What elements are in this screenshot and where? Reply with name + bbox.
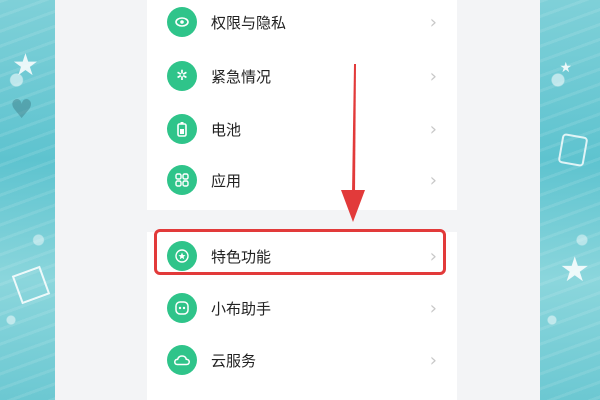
settings-item-label: 权限与隐私 — [211, 13, 287, 32]
cloud-icon — [167, 345, 197, 375]
chevron-right-icon: › — [429, 169, 437, 191]
settings-item-label: 小布助手 — [211, 299, 272, 318]
settings-item-battery[interactable]: 电池 › — [147, 103, 457, 155]
settings-item-emergency[interactable]: ✲ 紧急情况 › — [147, 50, 457, 102]
settings-item-label: 电池 — [211, 120, 242, 139]
box-decoration-icon — [11, 265, 51, 305]
star-decoration-icon: ★ — [559, 250, 590, 290]
highlight-box — [154, 229, 446, 275]
settings-item-assistant[interactable]: 小布助手 › — [147, 282, 457, 334]
privacy-icon — [167, 7, 197, 37]
settings-list: 权限与隐私 › ✲ 紧急情况 › 电池 › 应用 › 特色功能 › 小布助手 ›… — [147, 0, 457, 400]
apps-icon — [167, 165, 197, 195]
left-decorative-background: ★ ♥ — [0, 0, 55, 400]
settings-item-cloud[interactable]: 云服务 › — [147, 334, 457, 386]
settings-item-label: 紧急情况 — [211, 67, 272, 86]
battery-icon — [167, 114, 197, 144]
chevron-right-icon: › — [429, 297, 437, 319]
settings-item-label: 应用 — [211, 171, 242, 190]
heart-decoration-icon: ♥ — [10, 95, 34, 125]
assistant-icon — [167, 293, 197, 323]
chevron-right-icon: › — [429, 118, 437, 140]
settings-item-privacy[interactable]: 权限与隐私 › — [147, 0, 457, 48]
star-decoration-icon: ★ — [559, 60, 572, 76]
star-decoration-icon: ★ — [12, 48, 39, 83]
emergency-icon: ✲ — [167, 61, 197, 91]
chevron-right-icon: › — [429, 65, 437, 87]
settings-item-apps[interactable]: 应用 › — [147, 154, 457, 206]
right-decorative-background: ★ ★ — [540, 0, 600, 400]
chevron-right-icon: › — [429, 11, 437, 33]
arrow-down-icon — [341, 64, 365, 222]
settings-item-label: 云服务 — [211, 351, 257, 370]
chevron-right-icon: › — [429, 349, 437, 371]
box-decoration-icon — [557, 132, 589, 168]
